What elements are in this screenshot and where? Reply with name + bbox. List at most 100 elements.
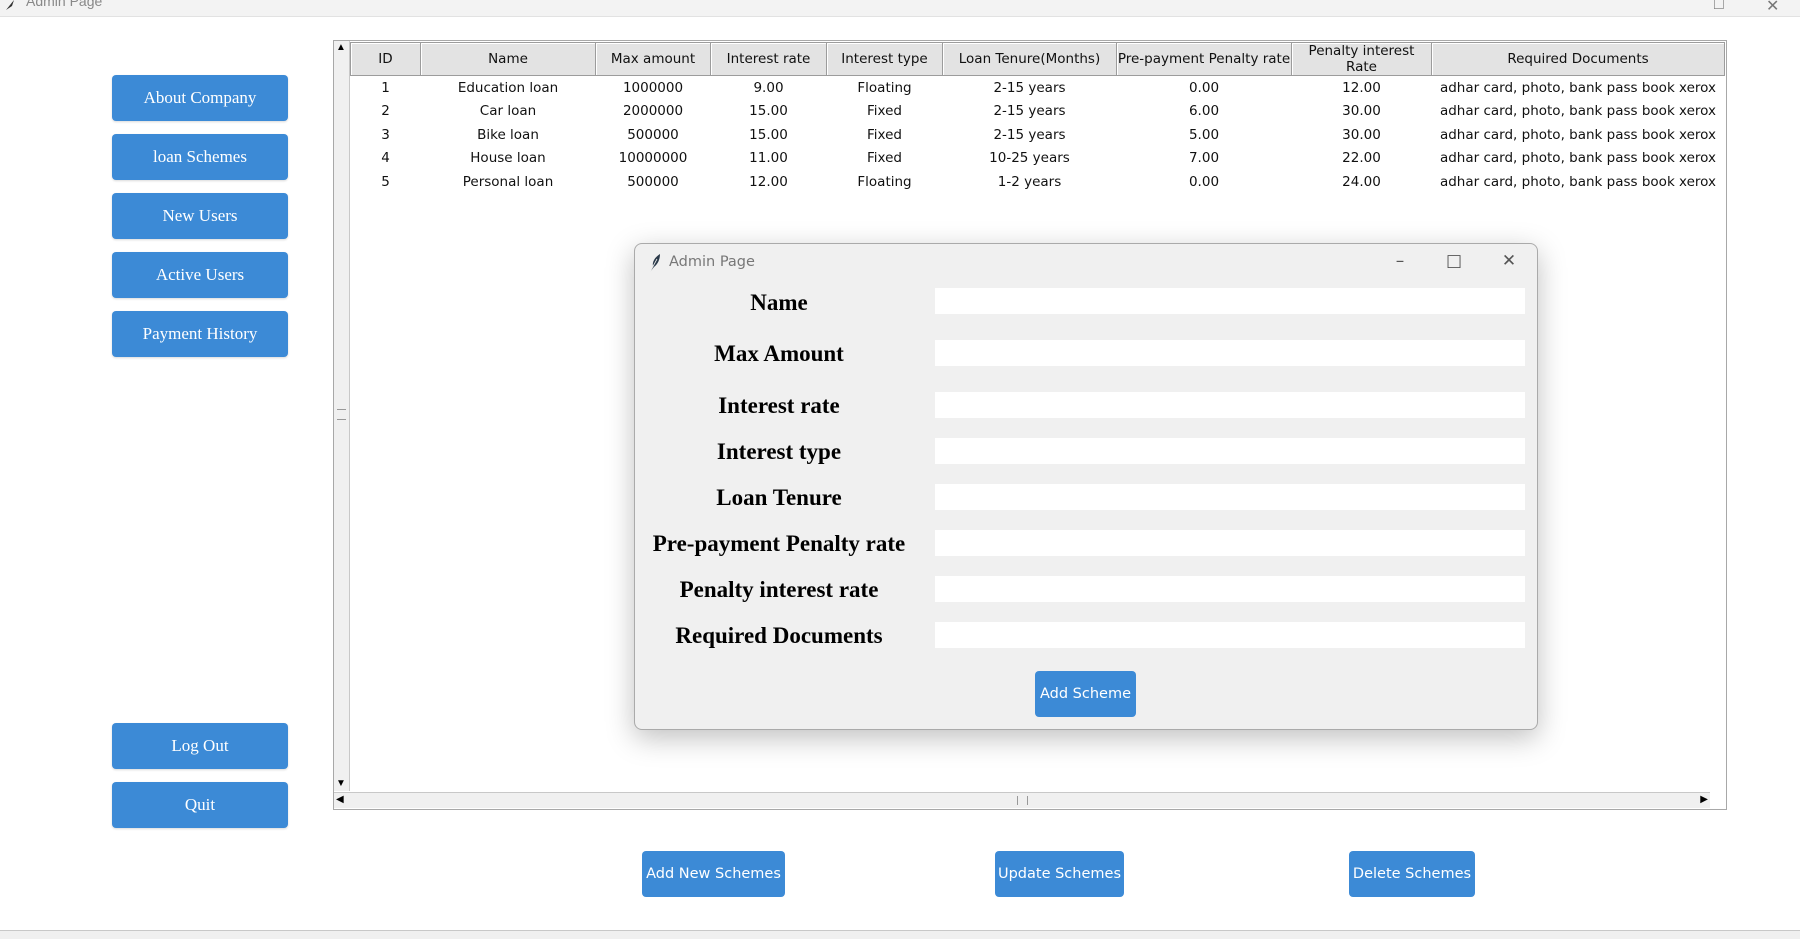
dialog-title: Admin Page (669, 254, 755, 270)
cell-max-amount: 2000000 (622, 103, 684, 120)
column-header-required-documents[interactable]: Required Documents (1431, 42, 1725, 76)
cell-interest-type: Floating (857, 79, 912, 96)
scroll-down-icon[interactable]: ▼ (336, 779, 346, 789)
close-icon[interactable]: ✕ (1766, 0, 1779, 16)
add-new-schemes-button[interactable]: Add New Schemes (642, 851, 785, 897)
cell-loan-tenure: 2-15 years (993, 126, 1066, 143)
cell-penalty-interest: 24.00 (1342, 173, 1381, 190)
quit-button[interactable]: Quit (112, 782, 288, 828)
cell-id: 5 (381, 173, 390, 190)
interest-rate-field[interactable] (935, 392, 1525, 418)
scroll-right-icon[interactable]: ▶ (1700, 794, 1708, 805)
cell-prepayment-penalty: 5.00 (1188, 126, 1220, 143)
vertical-scrollbar[interactable]: ▲ ▼ (334, 41, 350, 791)
new-users-button[interactable]: New Users (112, 193, 288, 239)
column-header-prepayment-penalty[interactable]: Pre-payment Penalty rate (1116, 42, 1292, 76)
cell-max-amount: 10000000 (618, 150, 688, 167)
scroll-left-icon[interactable]: ◀ (336, 794, 344, 805)
required-documents-field[interactable] (935, 622, 1525, 648)
table-row[interactable]: 1 Education loan 1000000 9.00 Floating 2… (351, 76, 1725, 100)
delete-schemes-button[interactable]: Delete Schemes (1349, 851, 1475, 897)
name-field[interactable] (935, 288, 1525, 314)
about-company-button[interactable]: About Company (112, 75, 288, 121)
cell-penalty-interest: 30.00 (1342, 126, 1381, 143)
main-window-title: Admin Page (26, 0, 103, 9)
cell-id: 2 (381, 103, 390, 120)
schemes-table: ID Name Max amount Interest rate Interes… (350, 42, 1725, 194)
loan-tenure-label: Loan Tenure (716, 485, 842, 510)
feather-icon (6, 0, 14, 10)
cell-interest-type: Fixed (867, 126, 902, 143)
maximize-icon[interactable]: □ (1714, 0, 1724, 14)
column-header-name[interactable]: Name (420, 42, 596, 76)
cell-loan-tenure: 10-25 years (989, 150, 1070, 167)
loan-tenure-field[interactable] (935, 484, 1525, 510)
add-scheme-dialog: Admin Page – □ ✕ Name Max Amount Interes… (634, 243, 1538, 730)
table-row[interactable]: 4 House loan 10000000 11.00 Fixed 10-25 … (351, 147, 1725, 171)
prepayment-penalty-label: Pre-payment Penalty rate (652, 531, 906, 556)
column-header-loan-tenure[interactable]: Loan Tenure(Months) (942, 42, 1117, 76)
scroll-grip-icon[interactable] (337, 409, 346, 420)
cell-interest-rate: 15.00 (749, 103, 788, 120)
cell-prepayment-penalty: 6.00 (1188, 103, 1220, 120)
cell-required-documents: adhar card, photo, bank pass book xerox (1439, 150, 1717, 167)
penalty-interest-field[interactable] (935, 576, 1525, 602)
column-header-max-amount[interactable]: Max amount (595, 42, 711, 76)
cell-name: Car loan (479, 103, 537, 120)
column-header-interest-type[interactable]: Interest type (826, 42, 943, 76)
table-header-row: ID Name Max amount Interest rate Interes… (350, 42, 1725, 76)
cell-id: 4 (381, 150, 390, 167)
penalty-interest-label: Penalty interest rate (679, 577, 879, 602)
cell-prepayment-penalty: 0.00 (1188, 79, 1220, 96)
table-row[interactable]: 5 Personal loan 500000 12.00 Floating 1-… (351, 170, 1725, 194)
horizontal-scrollbar[interactable]: ◀ ▶ (334, 792, 1710, 808)
cell-required-documents: adhar card, photo, bank pass book xerox (1439, 79, 1717, 96)
update-schemes-button[interactable]: Update Schemes (995, 851, 1124, 897)
interest-type-field[interactable] (935, 438, 1525, 464)
close-icon[interactable]: ✕ (1496, 250, 1522, 272)
maximize-icon[interactable]: □ (1441, 250, 1467, 272)
cell-interest-type: Fixed (867, 150, 902, 167)
cell-interest-rate: 11.00 (749, 150, 788, 167)
cell-name: Bike loan (477, 126, 539, 143)
cell-prepayment-penalty: 0.00 (1188, 173, 1220, 190)
dialog-titlebar[interactable]: Admin Page – □ ✕ (635, 244, 1537, 278)
max-amount-label: Max Amount (714, 341, 844, 366)
column-header-id[interactable]: ID (350, 42, 421, 76)
table-row[interactable]: 3 Bike loan 500000 15.00 Fixed 2-15 year… (351, 123, 1725, 147)
cell-loan-tenure: 1-2 years (997, 173, 1062, 190)
required-documents-label: Required Documents (675, 623, 883, 648)
add-scheme-button[interactable]: Add Scheme (1035, 671, 1136, 717)
main-titlebar: Admin Page □ ✕ (0, 0, 1800, 17)
cell-required-documents: adhar card, photo, bank pass book xerox (1439, 173, 1717, 190)
cell-name: House loan (470, 150, 546, 167)
cell-interest-type: Floating (857, 173, 912, 190)
max-amount-field[interactable] (935, 340, 1525, 366)
cell-required-documents: adhar card, photo, bank pass book xerox (1439, 126, 1717, 143)
scroll-up-icon[interactable]: ▲ (336, 43, 346, 53)
interest-type-label: Interest type (716, 439, 842, 464)
minimize-icon[interactable]: – (1387, 250, 1413, 272)
cell-max-amount: 500000 (627, 126, 679, 143)
cell-id: 3 (381, 126, 390, 143)
scroll-grip-icon[interactable] (1017, 796, 1028, 805)
cell-prepayment-penalty: 7.00 (1188, 150, 1220, 167)
column-header-interest-rate[interactable]: Interest rate (710, 42, 827, 76)
cell-required-documents: adhar card, photo, bank pass book xerox (1439, 103, 1717, 120)
cell-interest-rate: 15.00 (749, 126, 788, 143)
cell-penalty-interest: 12.00 (1342, 79, 1381, 96)
cell-name: Education loan (457, 79, 559, 96)
column-header-penalty-interest[interactable]: Penalty interest Rate (1291, 42, 1432, 76)
cell-penalty-interest: 30.00 (1342, 103, 1381, 120)
active-users-button[interactable]: Active Users (112, 252, 288, 298)
cell-loan-tenure: 2-15 years (993, 103, 1066, 120)
table-row[interactable]: 2 Car loan 2000000 15.00 Fixed 2-15 year… (351, 100, 1725, 124)
cell-interest-rate: 12.00 (749, 173, 788, 190)
cell-interest-type: Fixed (867, 103, 902, 120)
logout-button[interactable]: Log Out (112, 723, 288, 769)
loan-schemes-button[interactable]: loan Schemes (112, 134, 288, 180)
cell-interest-rate: 9.00 (753, 79, 784, 96)
prepayment-penalty-field[interactable] (935, 530, 1525, 556)
interest-rate-label: Interest rate (718, 393, 840, 418)
payment-history-button[interactable]: Payment History (112, 311, 288, 357)
